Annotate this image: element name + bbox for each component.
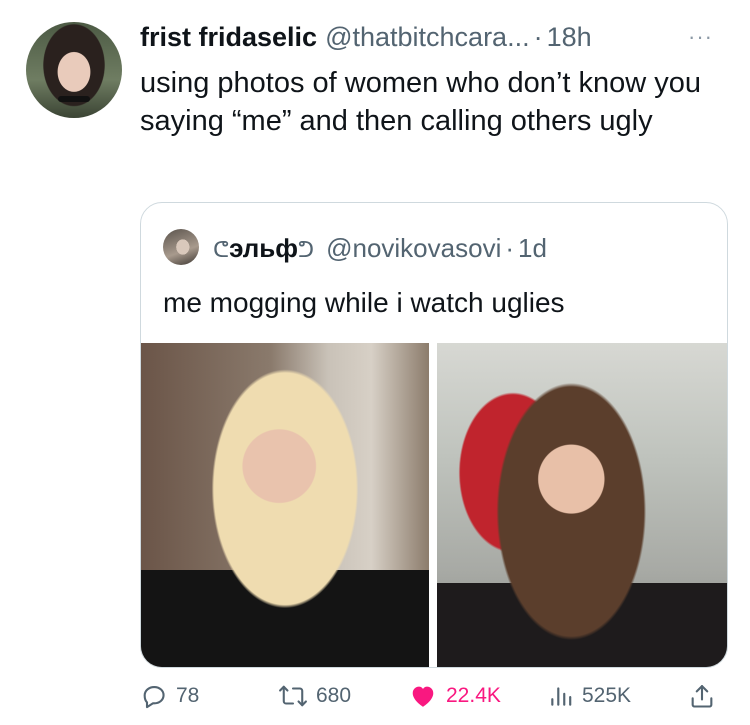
- quoted-header-separator: ·: [505, 233, 515, 263]
- views-icon: [551, 687, 572, 706]
- action-bar: 78 680 22.4K 525K: [140, 676, 720, 716]
- repost-button[interactable]: 680: [278, 676, 351, 716]
- repost-icon: [279, 685, 307, 707]
- like-button[interactable]: 22.4K: [408, 676, 501, 716]
- like-icon: [412, 686, 434, 707]
- author-handle[interactable]: @thatbitchcara...: [325, 22, 530, 53]
- quoted-author-handle[interactable]: @novikovasovi: [326, 233, 501, 264]
- reply-button[interactable]: 78: [140, 676, 199, 716]
- tweet-header: frist fridaselic @thatbitchcara... · 18h: [140, 22, 592, 53]
- share-icon: [691, 685, 713, 708]
- quoted-photo-2[interactable]: [437, 343, 727, 667]
- reply-count: 78: [176, 684, 200, 707]
- quoted-photo-1[interactable]: [141, 343, 429, 667]
- quoted-tweet-timestamp[interactable]: 1d: [518, 233, 547, 264]
- share-button[interactable]: [688, 676, 716, 716]
- quoted-tweet[interactable]: ᕦ эльф ᕤ @novikovasovi · 1d me mogging w…: [140, 202, 728, 668]
- views-count: 525K: [582, 684, 632, 707]
- tweet-timestamp[interactable]: 18h: [547, 22, 592, 53]
- quoted-tweet-text: me mogging while i watch uglies: [163, 287, 565, 318]
- quoted-name-decoration-left: ᕦ: [213, 237, 230, 262]
- repost-count: 680: [316, 684, 352, 707]
- author-avatar[interactable]: [26, 22, 122, 118]
- tweet-text: using photos of women who don’t know you…: [140, 67, 702, 137]
- views-button[interactable]: 525K: [548, 676, 631, 716]
- header-separator: ·: [533, 22, 543, 52]
- more-icon[interactable]: ···: [688, 26, 713, 48]
- reply-icon: [143, 685, 165, 709]
- quoted-author-avatar[interactable]: [163, 229, 199, 265]
- quoted-tweet-header: ᕦ эльф ᕤ @novikovasovi · 1d: [213, 233, 547, 264]
- like-count: 22.4K: [446, 684, 501, 707]
- quoted-author-display-name[interactable]: эльф: [229, 233, 298, 264]
- quoted-name-decoration-right: ᕤ: [298, 237, 315, 262]
- author-display-name[interactable]: frist fridaselic: [140, 22, 317, 53]
